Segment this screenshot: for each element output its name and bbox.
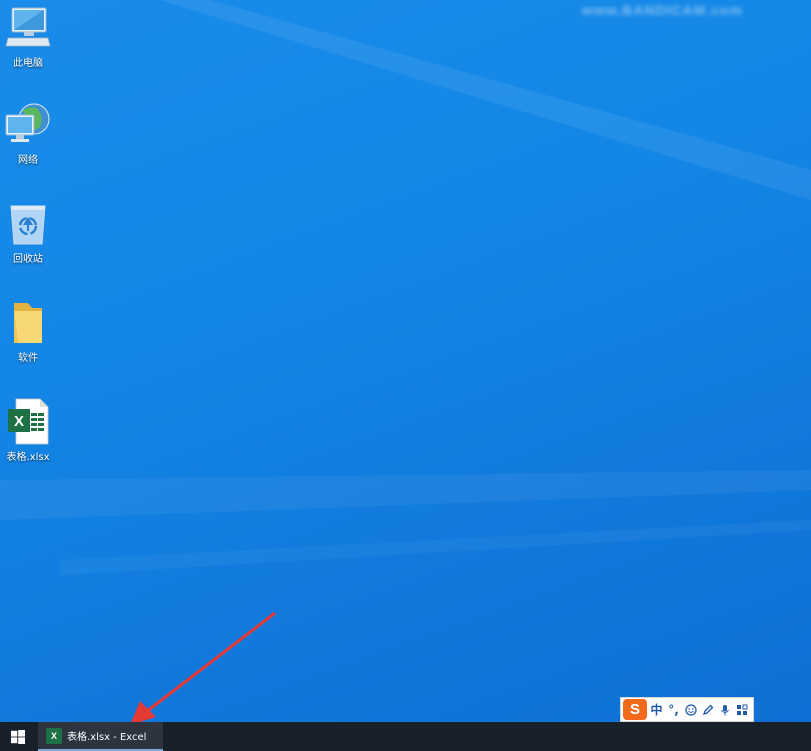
desktop-icon-this-pc[interactable]: 此电脑 [2,4,54,69]
windows-logo-icon [11,729,25,744]
taskbar-app-label: 表格.xlsx - Excel [67,732,147,743]
grid-icon[interactable] [734,699,749,720]
desktop-icon-network[interactable]: 网络 [2,101,54,166]
desktop-icon-recycle-bin[interactable]: 回收站 [2,200,54,265]
ime-language-toggle[interactable]: 中 [649,699,664,720]
desktop-icon-excel-file[interactable]: X 表格.xlsx [2,398,54,463]
start-button[interactable] [0,722,36,751]
network-icon [5,103,50,142]
svg-text:X: X [14,413,24,430]
desktop-icon-software-folder[interactable]: 软件 [2,299,54,364]
microphone-icon[interactable] [717,699,732,720]
desktop-icon-label: 此电脑 [13,58,43,69]
sogou-logo-icon[interactable]: S [623,699,647,720]
recycle-bin-icon [10,205,46,245]
excel-icon: X [46,727,62,744]
desktop-icon-label: 表格.xlsx [6,452,50,463]
desktop-icon-label: 软件 [18,353,38,364]
ime-toolbar: S 中 °, [620,697,754,722]
annotation-arrow [130,611,276,725]
wallpaper-light-rays [0,0,811,575]
pen-icon[interactable] [700,699,715,720]
desktop-icon-label: 网络 [18,155,38,166]
emoji-icon[interactable] [683,699,698,720]
taskbar: X 表格.xlsx - Excel [0,722,811,751]
desktop-icon-label: 回收站 [13,254,43,265]
taskbar-app-excel[interactable]: X 表格.xlsx - Excel [38,722,163,751]
computer-icon [5,7,51,47]
excel-file-icon: X [8,398,49,445]
folder-icon [14,303,42,343]
recording-watermark: www.BANDICAM.com [582,2,743,18]
ime-punctuation-toggle[interactable]: °, [666,699,681,720]
